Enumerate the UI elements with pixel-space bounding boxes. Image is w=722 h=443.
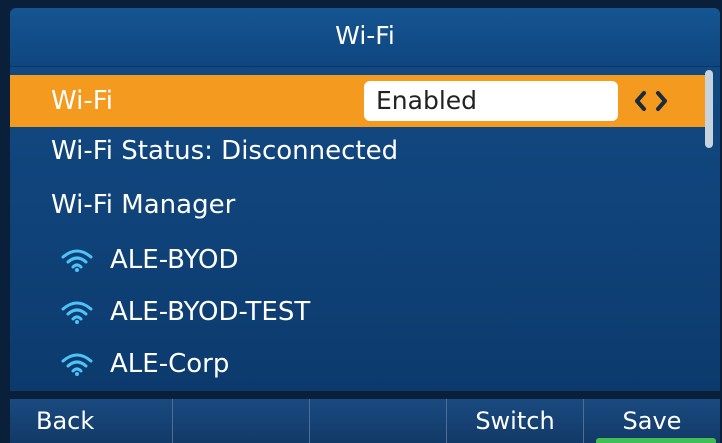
- back-button[interactable]: Back: [10, 399, 173, 443]
- switch-button[interactable]: Switch: [447, 399, 584, 443]
- left-right-arrows-icon[interactable]: [631, 75, 671, 127]
- wifi-signal-icon: [61, 353, 93, 376]
- softkey-3[interactable]: [310, 399, 447, 443]
- wifi-enabled-select[interactable]: Enabled: [364, 81, 618, 121]
- wifi-manager-row[interactable]: Wi-Fi Manager: [10, 179, 710, 231]
- softkey-2[interactable]: [173, 399, 310, 443]
- wifi-toggle-label: Wi-Fi: [51, 86, 114, 116]
- network-list-item[interactable]: ALE-BYOD-TEST: [10, 286, 710, 338]
- save-label: Save: [622, 407, 682, 435]
- wifi-status-text: Wi-Fi Status: Disconnected: [51, 136, 399, 166]
- save-indicator: [596, 438, 716, 443]
- wifi-manager-label: Wi-Fi Manager: [51, 190, 236, 220]
- network-name: ALE-Corp: [110, 349, 230, 379]
- wifi-signal-icon: [61, 249, 93, 272]
- wifi-status-row: Wi-Fi Status: Disconnected: [10, 125, 710, 177]
- softkey-bar: Back Switch Save: [10, 399, 720, 443]
- scrollbar[interactable]: [705, 70, 713, 148]
- wifi-settings-screen: Wi-Fi Wi-Fi Enabled Wi-Fi Status: Discon…: [10, 8, 720, 391]
- network-name: ALE-BYOD-TEST: [110, 297, 311, 327]
- wifi-signal-icon: [61, 301, 93, 324]
- network-name: ALE-BYOD: [110, 245, 239, 275]
- network-list-item[interactable]: ALE-Corp: [10, 338, 710, 390]
- network-list-item[interactable]: ALE-BYOD: [10, 234, 710, 286]
- page-title: Wi-Fi: [10, 8, 720, 67]
- save-button[interactable]: Save: [584, 399, 720, 443]
- wifi-toggle-row[interactable]: Wi-Fi Enabled: [10, 75, 710, 127]
